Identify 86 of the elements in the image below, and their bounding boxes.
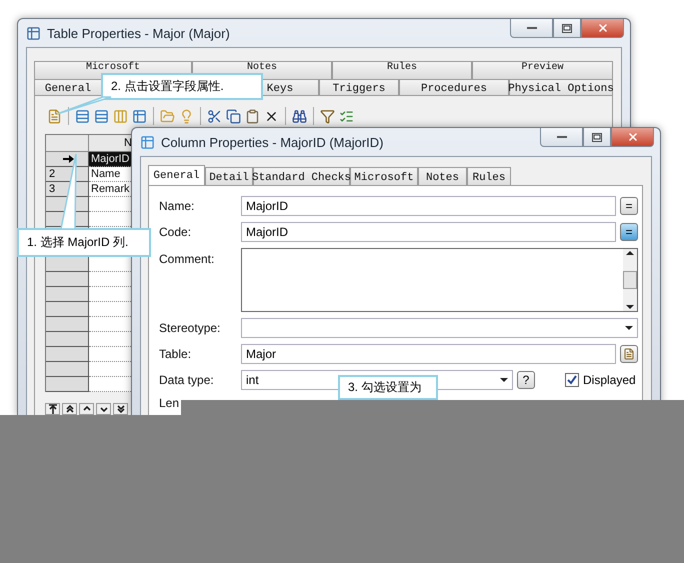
table-cell[interactable]: [89, 272, 133, 287]
comment-field[interactable]: [241, 248, 638, 312]
table-properties-button[interactable]: [620, 345, 638, 363]
text-field[interactable]: Major: [241, 344, 616, 364]
field-label: Comment:: [159, 252, 214, 266]
filter-check-icon[interactable]: [339, 108, 354, 124]
cut-icon[interactable]: [207, 108, 222, 124]
checkbox[interactable]: [565, 373, 579, 387]
table-cell[interactable]: [89, 197, 133, 212]
table-cell[interactable]: [89, 377, 133, 392]
add-row-icon[interactable]: [94, 108, 109, 124]
table-cell[interactable]: [89, 257, 133, 272]
arrow-up-icon: [46, 403, 58, 415]
dropdown-arrow-icon: [500, 376, 508, 384]
table-cell[interactable]: [89, 332, 133, 347]
move-up-button[interactable]: [79, 403, 94, 415]
minimize-icon: [526, 26, 536, 30]
find-icon[interactable]: [292, 108, 307, 124]
table-cell[interactable]: Remark: [89, 182, 133, 197]
field-label: Len: [159, 396, 180, 410]
table-cell[interactable]: [89, 317, 133, 332]
minimize-button[interactable]: [510, 19, 553, 38]
copy-icon[interactable]: [226, 108, 241, 124]
equals-button[interactable]: =: [620, 197, 638, 215]
table-cell[interactable]: Name: [89, 167, 133, 182]
current-row-arrow-icon: [62, 154, 74, 164]
tab[interactable]: Preview: [472, 61, 613, 79]
checkbox-label: Displayed: [583, 373, 636, 387]
row-header[interactable]: [46, 152, 89, 167]
field-label: Stereotype:: [159, 321, 220, 335]
table-cell[interactable]: [89, 347, 133, 362]
callout-tooltip: 3. 勾选设置为: [338, 375, 438, 400]
window-title: Table Properties - Major (Major): [47, 26, 231, 40]
minimize-icon: [556, 135, 566, 139]
tab[interactable]: Rules: [332, 61, 472, 79]
maximize-button[interactable]: [553, 19, 581, 38]
close-icon: [626, 131, 638, 143]
scroll-up-icon: [626, 249, 634, 257]
tab[interactable]: Standard Checks: [253, 167, 350, 187]
equals-button[interactable]: =: [620, 223, 638, 241]
help-button[interactable]: ?: [517, 371, 535, 389]
paste-icon[interactable]: [245, 108, 260, 124]
tab[interactable]: Microsoft: [350, 167, 418, 187]
tab[interactable]: Rules: [467, 167, 511, 187]
arrow-down-icon: [114, 403, 126, 415]
maximize-button[interactable]: [583, 128, 611, 147]
close-button[interactable]: [611, 128, 654, 147]
close-icon: [596, 22, 608, 34]
insert-row-icon[interactable]: [75, 108, 90, 124]
arrow-up-icon: [64, 403, 76, 415]
column-header: N: [89, 135, 133, 152]
text-field[interactable]: MajorID: [241, 196, 616, 216]
minimize-button[interactable]: [540, 128, 583, 147]
tab[interactable]: Detail: [205, 167, 253, 187]
close-button[interactable]: [581, 19, 624, 38]
tab[interactable]: General: [148, 165, 205, 185]
move-up-button[interactable]: [62, 403, 77, 415]
scrollbar[interactable]: [623, 249, 637, 311]
table-cell[interactable]: [89, 302, 133, 317]
filter-icon[interactable]: [320, 108, 335, 124]
callout-tooltip: 2. 点击设置字段属性.: [101, 73, 263, 100]
maximize-icon: [592, 132, 602, 142]
move-down-button[interactable]: [113, 403, 128, 415]
window-title: Column Properties - MajorID (MajorID): [161, 134, 384, 150]
table-cell[interactable]: [89, 287, 133, 302]
table-corner: [46, 135, 89, 152]
check-icon: [567, 375, 577, 385]
dropdown-arrow-icon: [625, 324, 633, 332]
table-cell[interactable]: [89, 212, 133, 227]
table-icon: [140, 134, 155, 150]
move-up-button[interactable]: [45, 403, 60, 415]
field-label: Name:: [159, 199, 194, 213]
move-down-button[interactable]: [96, 403, 111, 415]
field-label: Data type:: [159, 373, 214, 387]
scroll-down-icon: [626, 303, 634, 311]
table-icon: [26, 26, 41, 40]
field-label: Code:: [159, 225, 192, 239]
table-cell[interactable]: MajorID: [89, 152, 133, 167]
field-label: Table:: [159, 347, 192, 361]
table-icon[interactable]: [132, 108, 147, 124]
maximize-icon: [562, 24, 572, 32]
tab[interactable]: Notes: [418, 167, 467, 187]
properties-icon: [623, 348, 635, 360]
properties-icon[interactable]: [47, 108, 62, 124]
table-cell[interactable]: [89, 362, 133, 377]
text-field[interactable]: MajorID: [241, 222, 616, 242]
